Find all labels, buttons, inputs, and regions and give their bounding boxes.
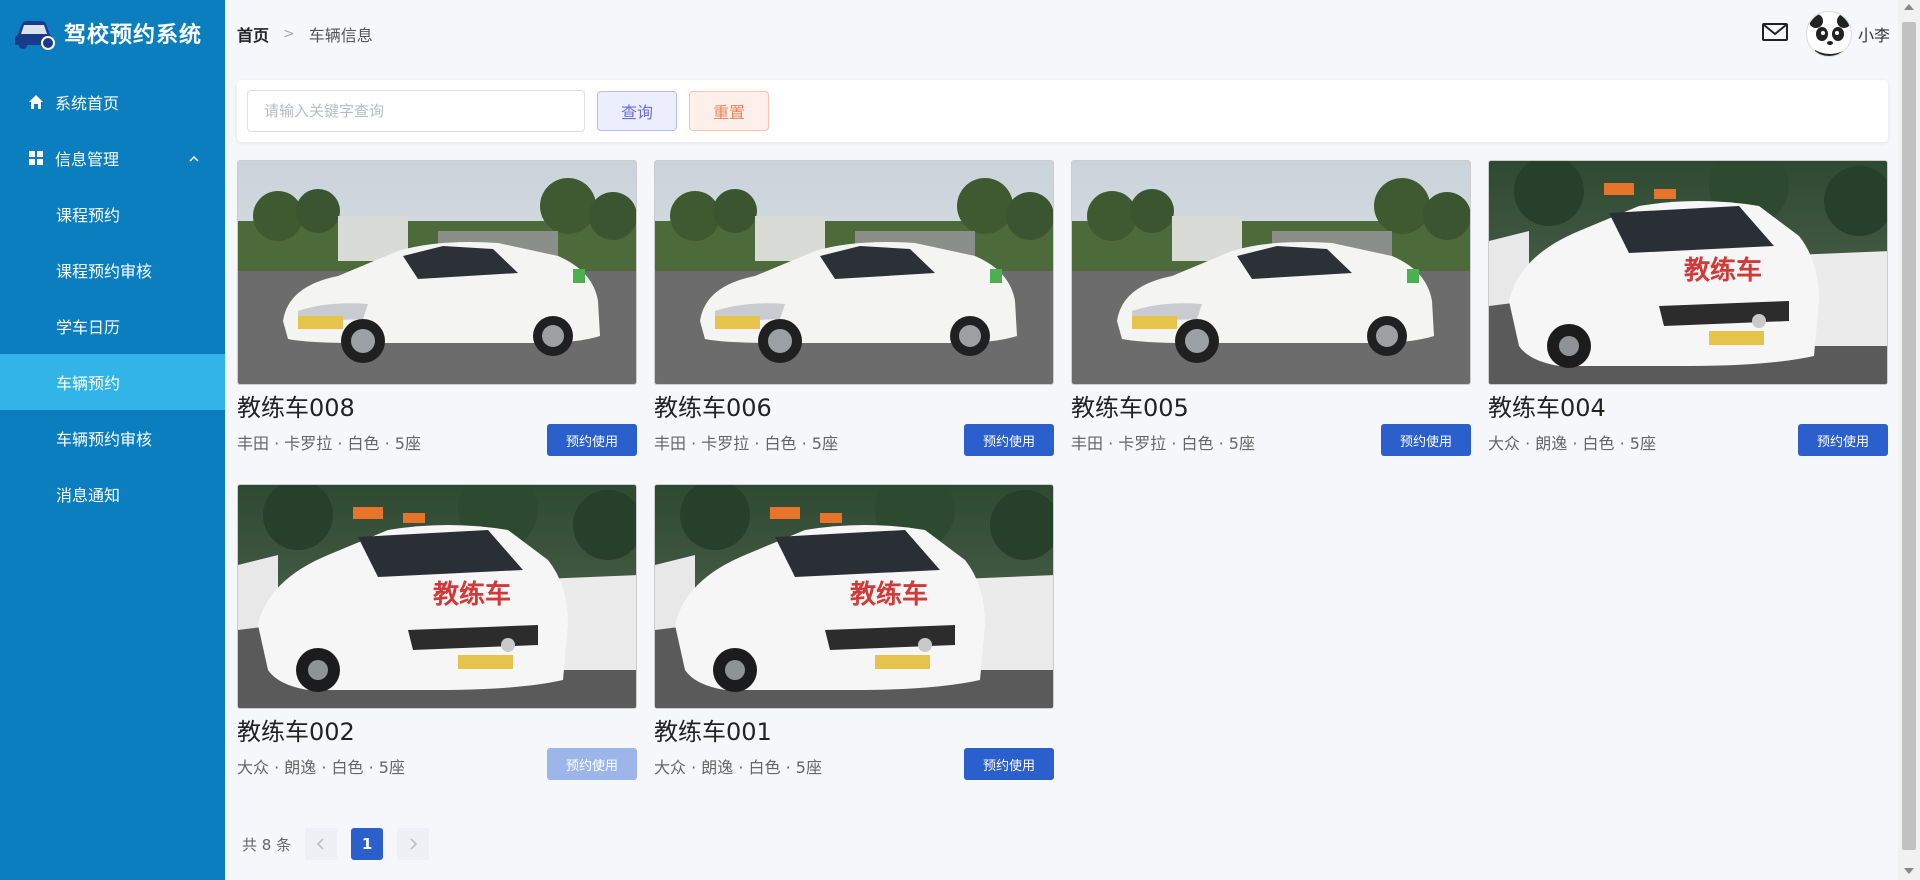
sidebar: 驾校预约系统 系统首页 信息管理 课程预约 课程预约审核 学车日历 车辆预约 车… — [0, 0, 225, 880]
breadcrumb: 首页 > 车辆信息 — [237, 22, 373, 46]
car-spec: 大众 · 朗逸 · 白色 · 5座 — [1488, 434, 1656, 453]
sidebar-item-course-booking[interactable]: 课程预约 — [0, 186, 225, 242]
user-name[interactable]: 小李 — [1858, 22, 1890, 46]
car-name: 教练车006 — [654, 394, 772, 422]
page-button-current[interactable]: 1 — [351, 828, 384, 860]
scrollbar-thumb[interactable] — [1902, 22, 1916, 850]
car-card: 教练车006 丰田 · 卡罗拉 · 白色 · 5座 预约使用 — [654, 160, 1054, 456]
car-card: 教练车001 大众 · 朗逸 · 白色 · 5座 预约使用 — [654, 484, 1054, 780]
car-photo[interactable] — [654, 160, 1054, 385]
sidebar-item-label: 学车日历 — [56, 318, 121, 337]
car-photo[interactable] — [1071, 160, 1471, 385]
sidebar-item-info-management[interactable]: 信息管理 — [0, 130, 225, 186]
reset-button[interactable]: 重置 — [689, 91, 769, 131]
book-button[interactable]: 预约使用 — [1381, 424, 1471, 456]
car-card: 教练车002 大众 · 朗逸 · 白色 · 5座 预约使用 — [237, 484, 637, 780]
mail-icon[interactable] — [1761, 22, 1788, 46]
sidebar-submenu: 课程预约 课程预约审核 学车日历 车辆预约 车辆预约审核 消息通知 — [0, 186, 225, 522]
book-button[interactable]: 预约使用 — [964, 424, 1054, 456]
car-card: 教练车005 丰田 · 卡罗拉 · 白色 · 5座 预约使用 — [1071, 160, 1471, 456]
home-icon — [27, 93, 45, 111]
car-name: 教练车002 — [237, 718, 355, 746]
search-input[interactable] — [247, 90, 585, 132]
book-button[interactable]: 预约使用 — [964, 748, 1054, 780]
chevron-right-icon[interactable] — [397, 828, 430, 860]
header: 首页 > 车辆信息 小李 — [225, 0, 1898, 68]
query-button[interactable]: 查询 — [597, 91, 677, 131]
car-photo[interactable] — [654, 484, 1054, 709]
car-name: 教练车005 — [1071, 394, 1189, 422]
book-button[interactable]: 预约使用 — [1798, 424, 1888, 456]
car-photo[interactable] — [1488, 160, 1888, 385]
sidebar-item-vehicle-review[interactable]: 车辆预约审核 — [0, 410, 225, 466]
sidebar-item-calendar[interactable]: 学车日历 — [0, 298, 225, 354]
breadcrumb-separator-icon: > — [283, 26, 295, 42]
car-photo[interactable] — [237, 160, 637, 385]
breadcrumb-current: 车辆信息 — [308, 26, 373, 45]
car-logo-icon — [12, 13, 56, 53]
car-name: 教练车001 — [654, 718, 772, 746]
car-name: 教练车004 — [1488, 394, 1606, 422]
car-name: 教练车008 — [237, 394, 355, 422]
header-right: 小李 — [1761, 11, 1898, 57]
sidebar-item-vehicle-booking[interactable]: 车辆预约 — [0, 354, 225, 410]
grid-icon — [27, 149, 45, 167]
sidebar-menu: 系统首页 信息管理 课程预约 课程预约审核 学车日历 车辆预约 车辆预约审核 消… — [0, 74, 225, 522]
pagination-total: 共 8 条 — [242, 835, 292, 854]
car-spec: 大众 · 朗逸 · 白色 · 5座 — [237, 758, 405, 777]
sidebar-item-course-review[interactable]: 课程预约审核 — [0, 242, 225, 298]
car-spec: 丰田 · 卡罗拉 · 白色 · 5座 — [654, 434, 838, 453]
car-spec: 丰田 · 卡罗拉 · 白色 · 5座 — [1071, 434, 1255, 453]
app-title: 驾校预约系统 — [64, 23, 203, 48]
car-spec: 丰田 · 卡罗拉 · 白色 · 5座 — [237, 434, 421, 453]
breadcrumb-home[interactable]: 首页 — [237, 22, 269, 46]
scroll-up-icon[interactable] — [1904, 4, 1914, 10]
chevron-up-icon — [187, 151, 201, 165]
search-panel: 查询 重置 — [237, 80, 1888, 142]
car-photo[interactable] — [237, 484, 637, 709]
avatar[interactable] — [1805, 11, 1852, 57]
brand: 驾校预约系统 — [0, 0, 225, 66]
sidebar-item-label: 车辆预约 — [56, 374, 121, 393]
sidebar-item-label: 课程预约审核 — [56, 262, 153, 281]
scroll-down-icon[interactable] — [1904, 868, 1914, 874]
sidebar-item-label: 车辆预约审核 — [56, 430, 153, 449]
car-card: 教练车008 丰田 · 卡罗拉 · 白色 · 5座 预约使用 — [237, 160, 637, 456]
sidebar-item-label: 信息管理 — [55, 150, 120, 169]
book-button-disabled: 预约使用 — [547, 748, 637, 780]
pagination: 共 8 条 1 — [242, 828, 430, 860]
chevron-left-icon[interactable] — [305, 828, 338, 860]
sidebar-item-label: 消息通知 — [56, 486, 121, 505]
sidebar-item-label: 课程预约 — [56, 206, 121, 225]
car-card: 教练车004 大众 · 朗逸 · 白色 · 5座 预约使用 — [1488, 160, 1888, 456]
sidebar-item-label: 系统首页 — [55, 94, 120, 113]
book-button[interactable]: 预约使用 — [547, 424, 637, 456]
car-spec: 大众 · 朗逸 · 白色 · 5座 — [654, 758, 822, 777]
sidebar-item-notifications[interactable]: 消息通知 — [0, 466, 225, 522]
sidebar-item-home[interactable]: 系统首页 — [0, 74, 225, 130]
page-scrollbar[interactable] — [1898, 0, 1920, 880]
